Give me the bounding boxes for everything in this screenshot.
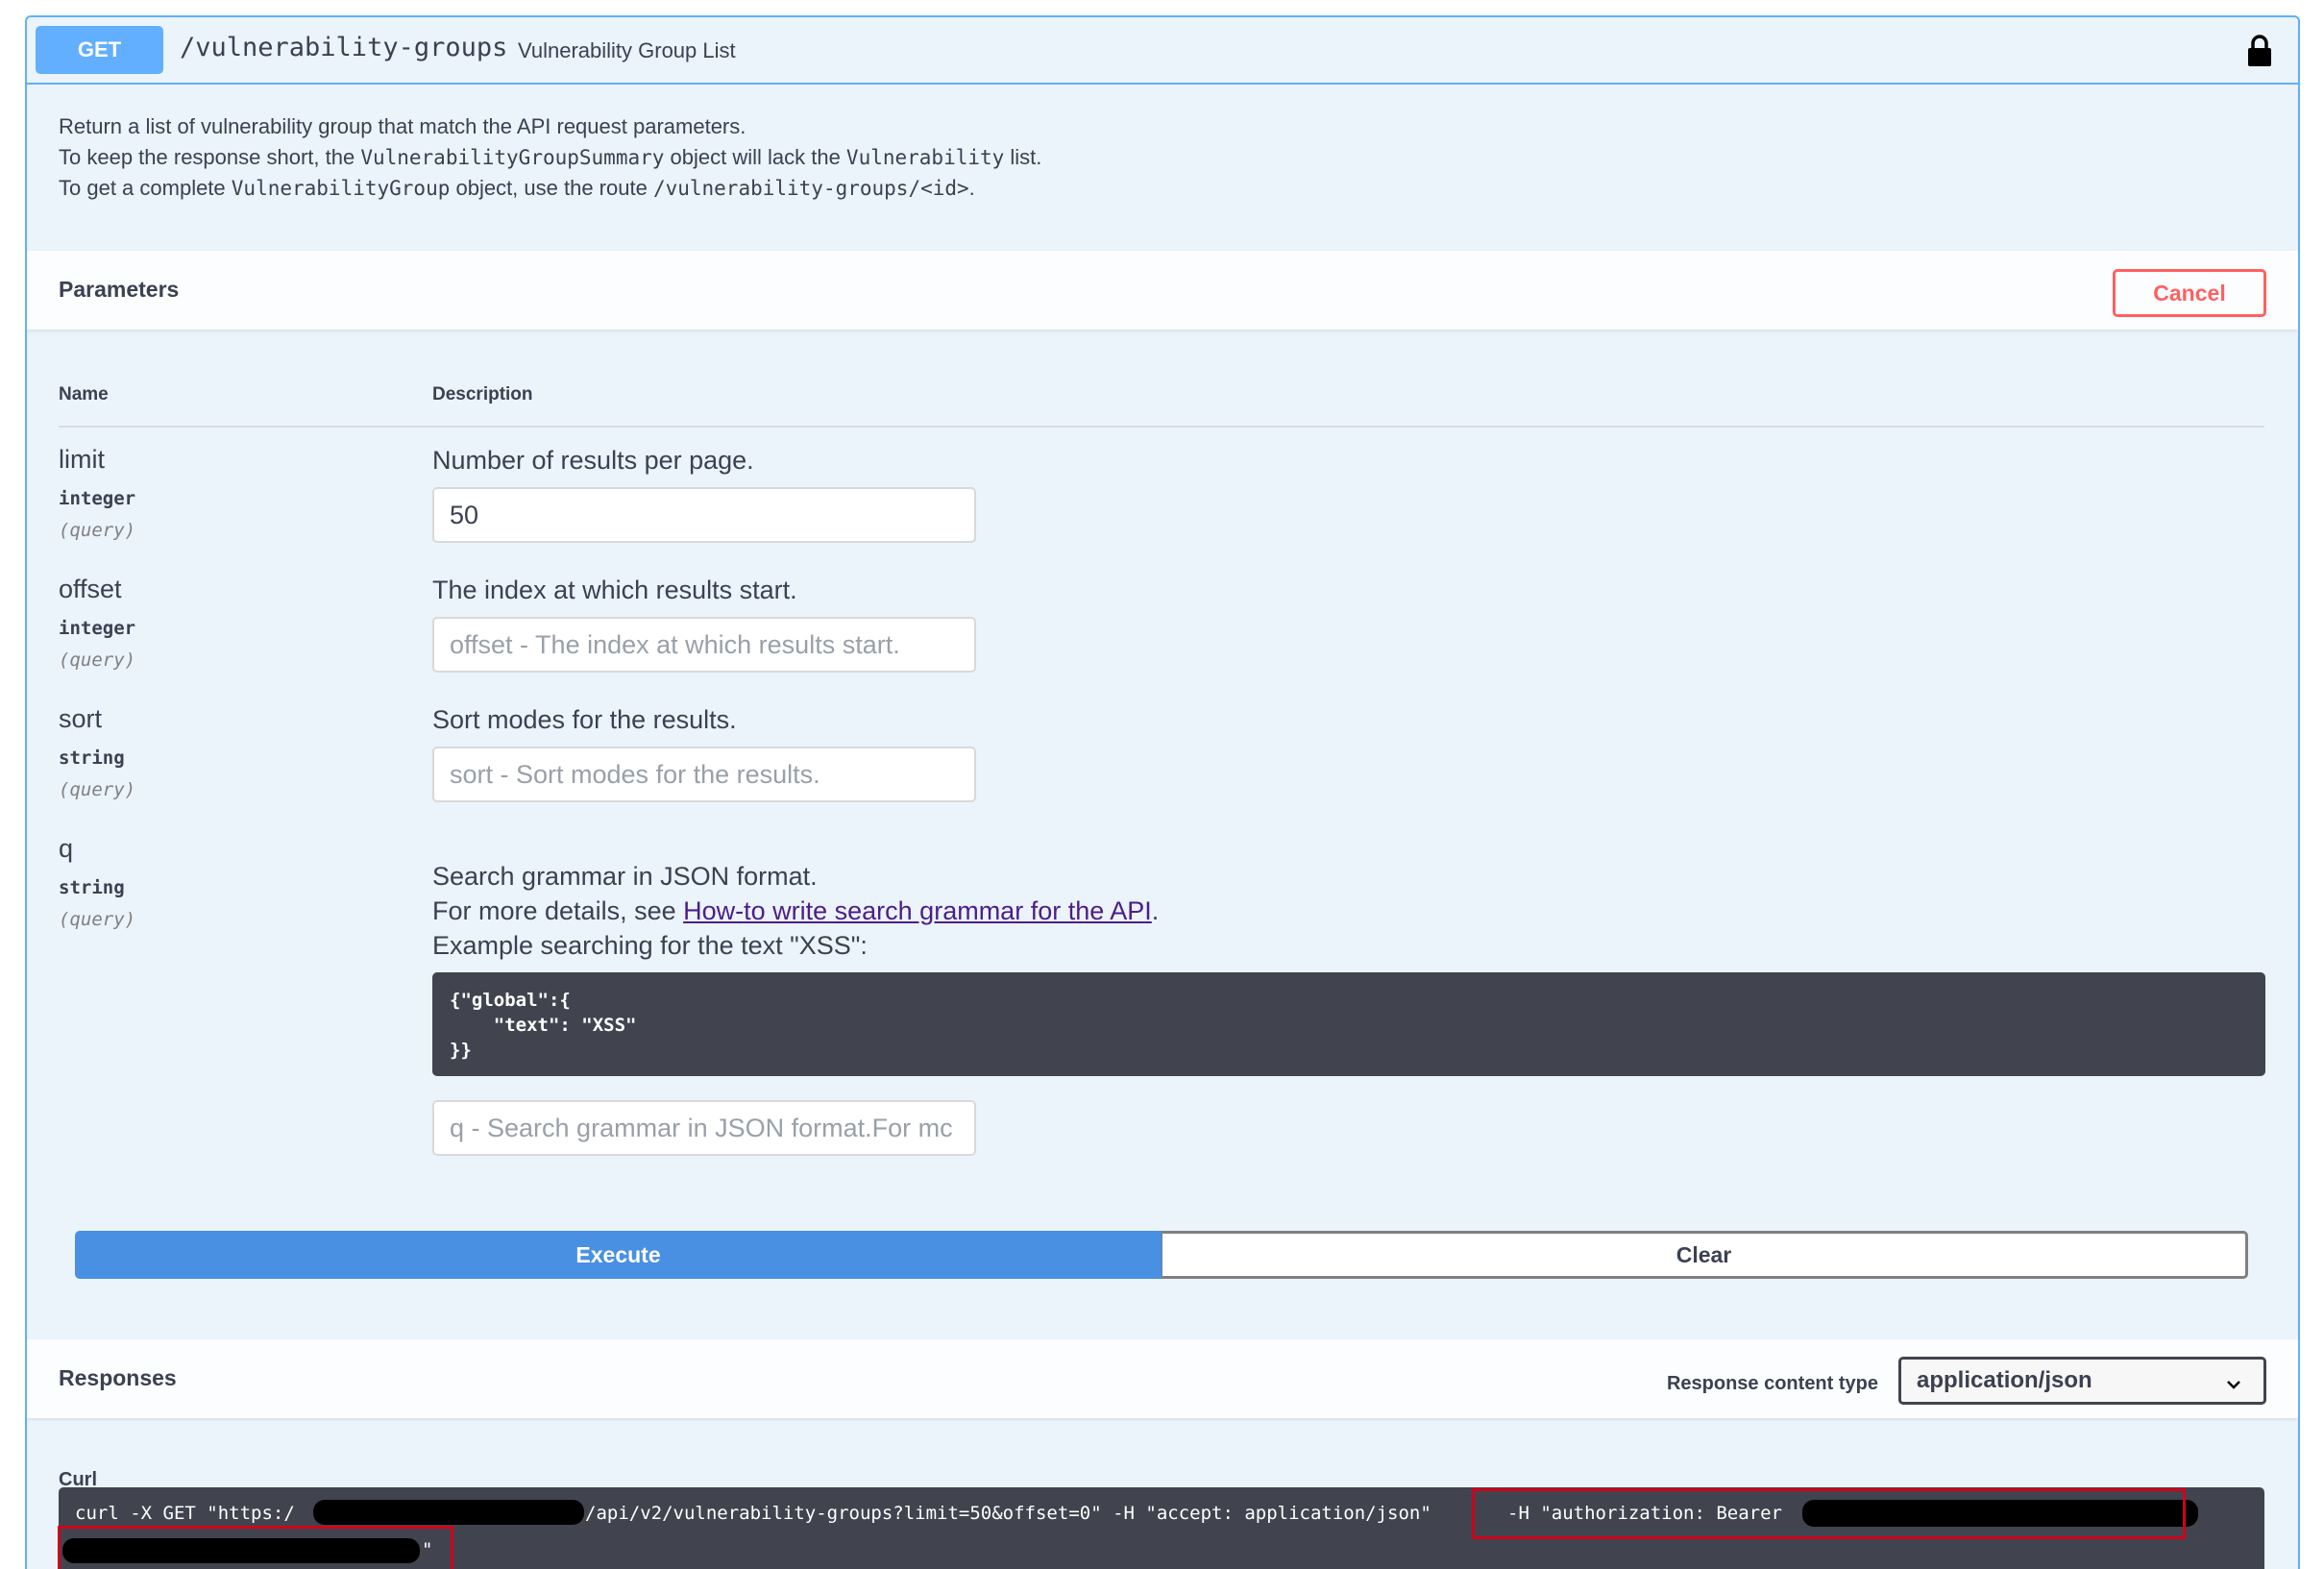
curl-segment-1: curl -X GET "https:/ [75,1503,295,1524]
column-header-name: Name [59,384,109,405]
param-name-offset: offset [59,575,122,603]
endpoint-summary: Vulnerability Group List [518,38,736,62]
column-header-description: Description [432,384,533,405]
param-type-q: string [59,877,125,898]
code-vulnerability-group: VulnerabilityGroup [231,177,451,200]
response-content-type-value: application/json [1917,1367,2092,1393]
q-input[interactable] [432,1100,976,1156]
operation-block: GET /vulnerability-groups Vulnerability … [25,15,2300,1569]
clear-button[interactable]: Clear [1162,1231,2248,1279]
description-line-2: To keep the response short, the Vulnerab… [59,145,1042,169]
table-divider [59,426,2264,428]
param-name-limit: limit [59,445,105,474]
param-type-offset: integer [59,618,136,639]
parameters-header: Parameters Cancel [27,251,2298,330]
code-vulnerability-group-summary: VulnerabilityGroupSummary [360,146,665,169]
redacted-host [313,1500,584,1525]
param-description-offset: The index at which results start. [432,576,797,604]
param-in-limit: (query) [59,520,136,541]
limit-input[interactable] [432,487,976,543]
param-description-sort: Sort modes for the results. [432,705,737,734]
http-method-badge: GET [36,26,163,74]
chevron-down-icon [2225,1373,2242,1390]
response-content-type-select[interactable]: application/json [1898,1357,2266,1405]
param-in-offset: (query) [59,650,136,671]
code-vulnerability: Vulnerability [845,146,1005,169]
sort-input[interactable] [432,747,976,802]
param-name-sort: sort [59,704,103,733]
lock-icon[interactable] [2246,35,2273,67]
operation-description: Return a list of vulnerability group tha… [59,111,2268,204]
param-type-sort: string [59,748,125,769]
token-highlight-box [58,1526,453,1569]
endpoint-path: /vulnerability-groups [180,33,508,62]
operation-summary[interactable]: GET /vulnerability-groups Vulnerability … [27,17,2298,85]
responses-header: Responses Response content type applicat… [27,1339,2298,1418]
search-grammar-link[interactable]: How-to write search grammar for the API [683,896,1152,925]
offset-input[interactable] [432,617,976,673]
code-route: /vulnerability-groups/<id> [652,177,969,200]
param-in-q: (query) [59,909,136,930]
description-line-1: Return a list of vulnerability group tha… [59,114,746,138]
responses-title: Responses [59,1365,177,1390]
parameters-title: Parameters [59,277,180,302]
param-description-q: Search grammar in JSON format. For more … [432,862,1160,960]
response-content-type-label: Response content type [1666,1373,1878,1394]
param-name-q: q [59,834,74,863]
execute-clear-group: Execute Clear [75,1231,2248,1279]
param-in-sort: (query) [59,779,136,800]
param-type-limit: integer [59,488,136,509]
authorization-highlight-box [1472,1488,2186,1539]
description-line-3: To get a complete VulnerabilityGroup obj… [59,176,975,200]
curl-command-box: curl -X GET "https:/ /api/v2/vulnerabili… [58,1487,2264,1569]
param-description-limit: Number of results per page. [432,446,754,475]
curl-segment-2: /api/v2/vulnerability-groups?limit=50&of… [585,1503,1443,1524]
cancel-button[interactable]: Cancel [2113,269,2266,317]
execute-button[interactable]: Execute [75,1231,1162,1279]
search-example-code: {"global":{ "text": "XSS" }} [432,972,2265,1076]
